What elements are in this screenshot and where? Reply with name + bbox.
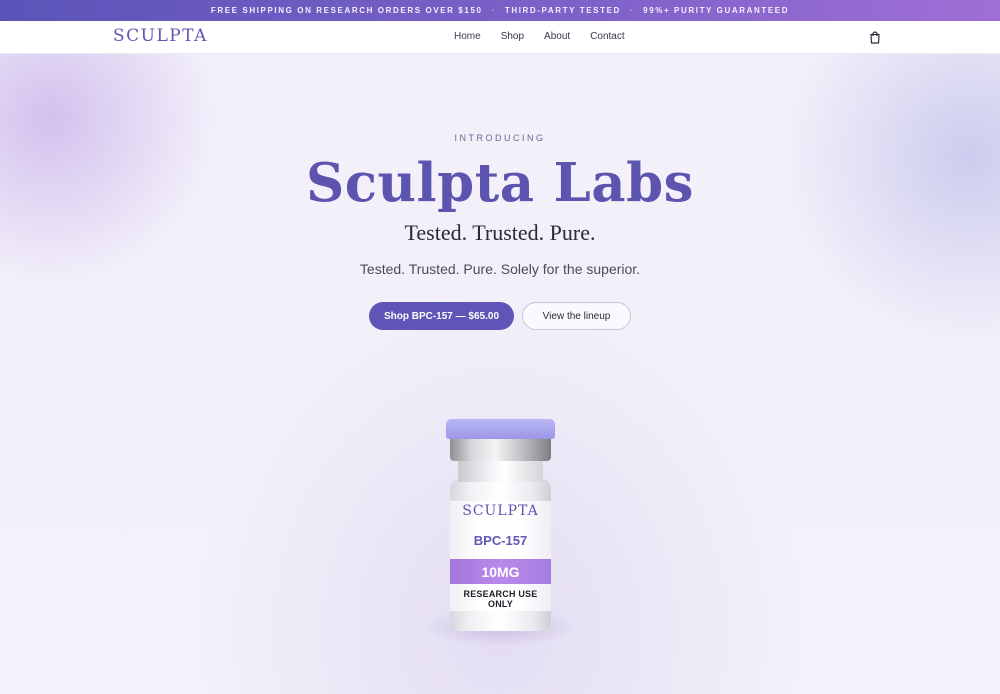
vial-research-notice: RESEARCH USE ONLY: [463, 589, 538, 609]
announcement-purity: 99%+ PURITY GUARANTEED: [643, 6, 790, 15]
nav-link-home[interactable]: Home: [454, 31, 481, 42]
nav-link-shop[interactable]: Shop: [501, 31, 524, 42]
hero-tagline: Tested. Trusted. Pure. Solely for the su…: [359, 261, 641, 277]
hero-eyebrow: INTRODUCING: [454, 133, 546, 143]
hero-section: INTRODUCING Sculpta Labs Tested. Trusted…: [0, 54, 1000, 694]
vial-neck: [458, 460, 543, 482]
vial-product-name: BPC-157: [473, 533, 528, 548]
hero-headline: Sculpta Labs: [305, 152, 695, 214]
vial-label: SCULPTA BPC-157 10MG RESEARCH USE ONLY: [450, 501, 551, 611]
site-logo[interactable]: SCULPTA: [113, 26, 208, 46]
vial-dose-band: 10MG: [450, 559, 551, 584]
hero-subheadline: Tested. Trusted. Pure.: [404, 220, 596, 245]
nav-links: Home Shop About Contact: [454, 31, 645, 42]
view-lineup-button[interactable]: View the lineup: [522, 302, 631, 330]
announcement-tested: THIRD-PARTY TESTED: [504, 6, 621, 15]
announcement-separator: ·: [491, 6, 496, 15]
vial-cap: [446, 419, 555, 439]
product-vial-image: SCULPTA BPC-157 10MG RESEARCH USE ONLY: [446, 419, 555, 631]
nav-link-about[interactable]: About: [544, 31, 570, 42]
nav-link-contact[interactable]: Contact: [590, 31, 624, 42]
shop-bpc157-button[interactable]: Shop BPC-157 — $65.00: [369, 302, 514, 330]
vial-crimp: [450, 437, 551, 461]
announcement-bar: FREE SHIPPING ON RESEARCH ORDERS OVER $1…: [0, 0, 1000, 21]
announcement-shipping: FREE SHIPPING ON RESEARCH ORDERS OVER $1…: [210, 6, 483, 15]
announcement-separator: ·: [629, 6, 635, 15]
cart-icon[interactable]: [869, 31, 881, 44]
top-nav: SCULPTA Home Shop About Contact: [0, 21, 1000, 54]
vial-brand: SCULPTA: [462, 503, 539, 519]
